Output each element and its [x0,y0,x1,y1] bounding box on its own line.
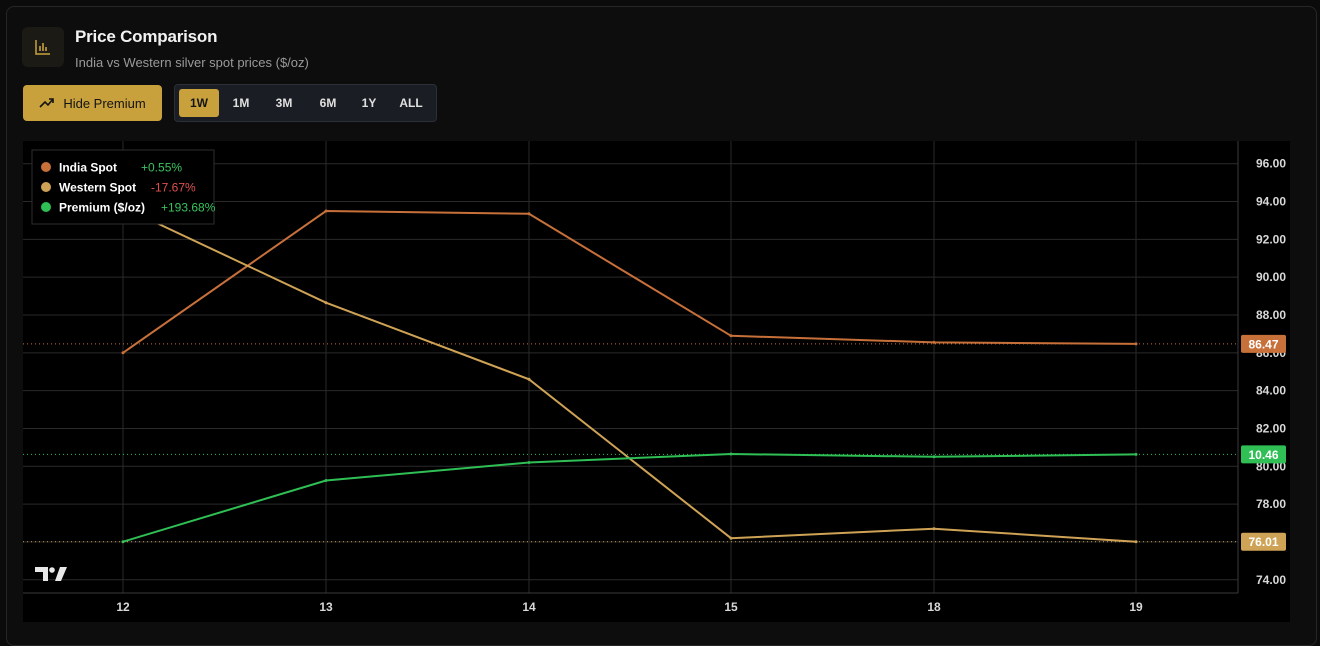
india-spot-line [122,209,1137,354]
legend-premium-dot [41,202,51,212]
time-range-selector: 1W 1M 3M 6M 1Y ALL [174,84,437,122]
legend-western-dot [41,182,51,192]
data-point [527,377,531,381]
tradingview-logo [35,567,67,581]
legend-premium-name: Premium ($/oz) [59,201,145,215]
range-6m-button[interactable]: 6M [305,89,351,117]
x-tick-label: 18 [927,600,941,614]
price-chart[interactable]: 96.0094.0092.0090.0088.0086.0084.0082.00… [23,141,1290,622]
legend-india-name: India Spot [59,161,117,175]
bar-chart-icon [22,27,64,67]
western-spot-line [122,206,1137,543]
data-point [527,461,531,464]
data-point [729,536,733,540]
hide-premium-label: Hide Premium [63,95,146,111]
western-last-value-label: 76.01 [1248,535,1278,549]
legend-india-dot [41,162,51,172]
x-tick-label: 12 [116,600,130,614]
chart-area[interactable]: 96.0094.0092.0090.0088.0086.0084.0082.00… [23,141,1290,622]
y-tick-label: 88.00 [1256,308,1286,322]
hide-premium-button[interactable]: Hide Premium [23,85,162,121]
legend-western-name: Western Spot [59,181,136,195]
data-point [121,351,125,355]
y-tick-label: 94.00 [1256,195,1286,209]
y-tick-label: 92.00 [1256,232,1286,246]
premium-line [122,452,1137,543]
y-tick-label: 82.00 [1256,421,1286,435]
range-1y-button[interactable]: 1Y [351,89,387,117]
range-all-button[interactable]: ALL [387,89,435,117]
data-point [324,209,328,213]
page-subtitle: India vs Western silver spot prices ($/o… [75,55,309,70]
legend-premium-change: +193.68% [161,201,216,215]
data-point [324,301,328,305]
data-point [527,212,531,216]
data-point [932,455,936,459]
data-point [729,334,733,338]
range-1w-button[interactable]: 1W [179,89,219,117]
x-tick-label: 14 [522,600,536,614]
y-tick-label: 74.00 [1256,573,1286,587]
x-tick-label: 15 [724,600,738,614]
range-1m-button[interactable]: 1M [219,89,263,117]
legend-india-change: +0.55% [141,161,182,175]
legend-western-change: -17.67% [151,181,196,195]
y-tick-label: 84.00 [1256,384,1286,398]
data-point [932,527,936,531]
x-tick-label: 13 [319,600,333,614]
y-tick-label: 78.00 [1256,497,1286,511]
x-tick-label: 19 [1129,600,1143,614]
page-title: Price Comparison [75,27,218,46]
data-point [324,479,328,482]
trend-up-icon [39,98,55,108]
premium-last-value-label: 10.46 [1248,448,1278,462]
y-tick-label: 96.00 [1256,157,1286,171]
india-last-value-label: 86.47 [1248,337,1278,351]
y-tick-label: 90.00 [1256,270,1286,284]
range-3m-button[interactable]: 3M [263,89,305,117]
